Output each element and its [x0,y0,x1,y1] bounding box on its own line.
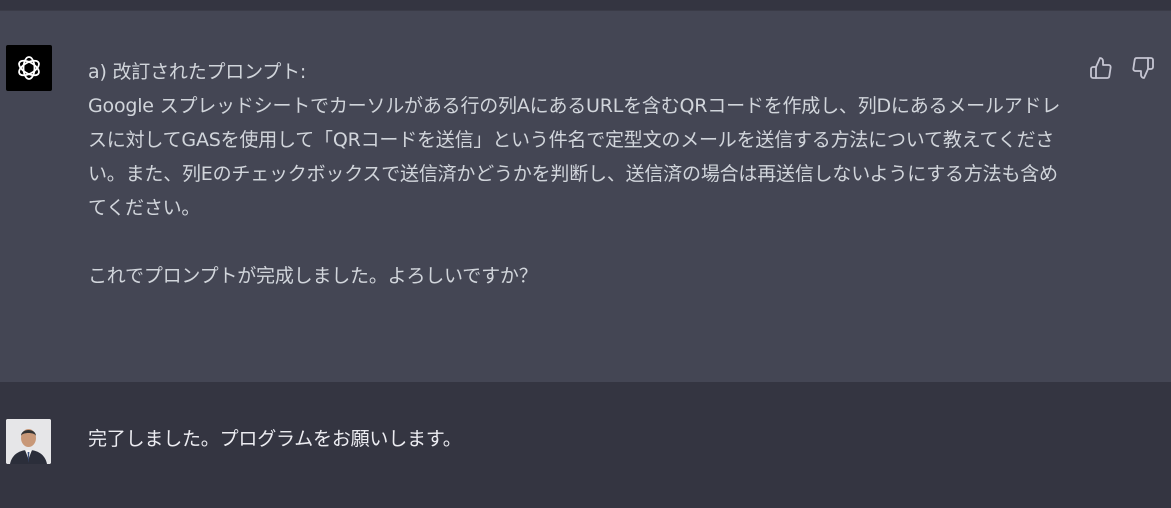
user-message-text: 完了しました。プログラムをお願いします。 [88,422,1063,456]
assistant-closing: これでプロンプトが完成しました。よろしいですか？ [88,265,538,287]
assistant-body: Google スプレッドシートでカーソルがある行の列AにあるURLを含むQRコー… [88,95,1061,219]
thumbs-up-icon [1090,57,1112,79]
assistant-message-text: a) 改訂されたプロンプト: Google スプレッドシートでカーソルがある行の… [88,55,1063,293]
user-photo-icon [6,419,51,464]
assistant-heading: a) 改訂されたプロンプト: [88,61,307,83]
thumbs-down-button[interactable] [1129,54,1157,82]
user-text: 完了しました。プログラムをお願いします。 [88,428,462,450]
message-actions [1087,54,1157,82]
top-strip [0,0,1171,10]
openai-logo-icon [18,56,40,80]
thumbs-down-icon [1132,57,1154,79]
assistant-message: a) 改訂されたプロンプト: Google スプレッドシートでカーソルがある行の… [0,10,1171,383]
user-message: 完了しました。プログラムをお願いします。 [0,382,1171,508]
chatgpt-avatar [6,45,52,91]
thumbs-up-button[interactable] [1087,54,1115,82]
user-avatar [6,419,51,464]
